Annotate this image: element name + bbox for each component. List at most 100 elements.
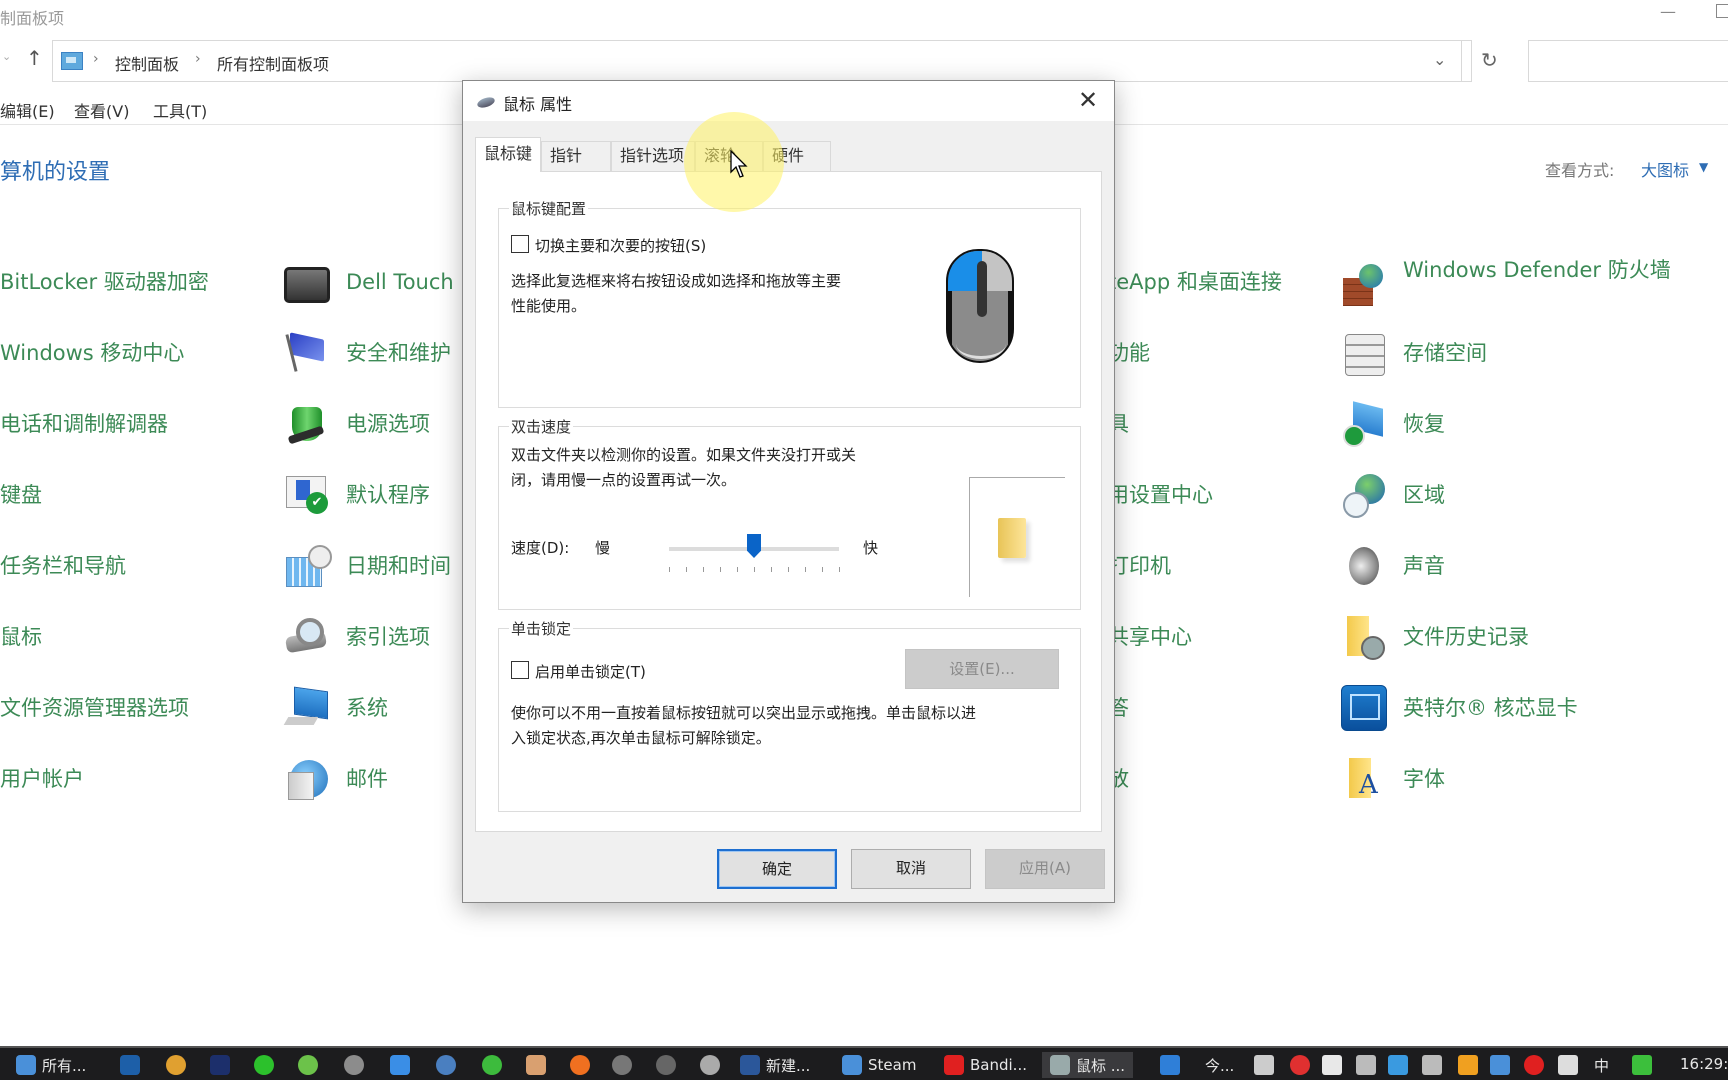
device-icon[interactable]: [1356, 1055, 1376, 1075]
volume-icon[interactable]: [1558, 1055, 1578, 1075]
menu-view[interactable]: 查看(V): [74, 98, 129, 122]
record-tray-icon[interactable]: [1524, 1055, 1544, 1075]
tab-buttons[interactable]: 鼠标键: [475, 137, 542, 172]
dialog-title: 鼠标 属性: [503, 95, 573, 114]
up-arrow-icon[interactable]: ↑: [26, 46, 43, 70]
cp-item-dell-touch[interactable]: Dell Touch: [284, 257, 454, 307]
taskbar-app[interactable]: 所有...: [16, 1052, 86, 1078]
search-input[interactable]: [1528, 40, 1728, 82]
ime-indicator[interactable]: 中: [1594, 1055, 1609, 1076]
cp-item-mobility-center[interactable]: Windows 移动中心: [0, 328, 184, 378]
folder-icon[interactable]: [998, 518, 1026, 558]
view-by-dropdown[interactable]: 大图标: [1641, 157, 1689, 181]
taskbar-app[interactable]: [700, 1052, 720, 1078]
cp-item-intel-graphics[interactable]: 英特尔® 核芯显卡: [1341, 683, 1578, 733]
taskbar-app[interactable]: [570, 1052, 590, 1078]
taskbar-app[interactable]: [436, 1052, 456, 1078]
cp-item-ease-of-access[interactable]: 用设置中心: [1108, 470, 1213, 520]
cp-item-devices-printers[interactable]: 打印机: [1108, 541, 1171, 591]
maximize-button[interactable]: [1716, 4, 1728, 18]
cp-item-storage-spaces[interactable]: 存储空间: [1341, 328, 1487, 378]
recorder-icon[interactable]: [1290, 1055, 1310, 1075]
clicklock-settings-button[interactable]: 设置(E)...: [905, 649, 1059, 689]
cp-item-indexing-options[interactable]: 索引选项: [284, 612, 430, 662]
taskbar-app[interactable]: [298, 1052, 318, 1078]
cp-item-power-options[interactable]: 电源选项: [284, 399, 430, 449]
taskbar-app[interactable]: [656, 1052, 676, 1078]
enable-clicklock-label[interactable]: 启用单击锁定(T): [535, 661, 646, 682]
tab-pointer-options[interactable]: 指针选项: [611, 141, 695, 171]
cp-item-date-time[interactable]: 日期和时间: [284, 541, 451, 591]
network-icon[interactable]: [1422, 1055, 1442, 1075]
steam-tray-icon[interactable]: [1490, 1055, 1510, 1075]
clock[interactable]: 16:29:: [1680, 1055, 1728, 1073]
apply-button[interactable]: 应用(A): [985, 849, 1105, 889]
cp-item-taskbar[interactable]: 任务栏和导航: [0, 541, 126, 591]
cp-item-remoteapp[interactable]: teApp 和桌面连接: [1108, 257, 1282, 307]
taskbar-app[interactable]: [344, 1052, 364, 1078]
search-tray-icon[interactable]: [1458, 1055, 1478, 1075]
breadcrumb-all-items[interactable]: 所有控制面板项: [217, 51, 329, 75]
menu-edit[interactable]: 编辑(E): [0, 98, 55, 122]
taskbar-app[interactable]: [210, 1052, 230, 1078]
slider-thumb[interactable]: [747, 534, 761, 558]
cp-item-label: 电话和调制解调器: [0, 412, 168, 436]
taskbar-app[interactable]: Steam: [842, 1052, 916, 1078]
cp-item-keyboard[interactable]: 键盘: [0, 470, 42, 520]
app-icon: [120, 1055, 140, 1075]
widgets-icon[interactable]: [1160, 1055, 1180, 1075]
taskbar-app[interactable]: [254, 1052, 274, 1078]
cp-item-system[interactable]: 系统: [284, 683, 388, 733]
cp-item-bitlocker[interactable]: BitLocker 驱动器加密: [0, 257, 209, 307]
refresh-icon[interactable]: ↻: [1481, 48, 1498, 72]
group-title: 单击锁定: [509, 618, 574, 639]
taskbar-app[interactable]: [166, 1052, 186, 1078]
caret-down-icon[interactable]: ▼: [1699, 160, 1708, 174]
cp-item-user-accounts[interactable]: 用户帐户: [0, 754, 84, 804]
address-bar[interactable]: › 控制面板 › 所有控制面板项 ⌄ ↻: [52, 40, 1498, 82]
close-button[interactable]: ✕: [1072, 85, 1104, 117]
cp-item-mouse[interactable]: 鼠标: [0, 612, 42, 662]
cp-item-label: 安全和维护: [346, 341, 451, 365]
dialog-titlebar[interactable]: 鼠标 属性 ✕: [463, 81, 1114, 121]
tab-pointers[interactable]: 指针: [541, 141, 611, 171]
news-widget[interactable]: 今...: [1205, 1055, 1234, 1076]
breadcrumb-separator[interactable]: ›: [93, 51, 99, 67]
cp-item-region[interactable]: 区域: [1341, 470, 1445, 520]
ok-button[interactable]: 确定: [717, 849, 837, 889]
taskbar-app[interactable]: [526, 1052, 546, 1078]
app-tray-icon[interactable]: [1388, 1055, 1408, 1075]
cp-item-firewall[interactable]: Windows Defender 防火墙: [1341, 256, 1673, 320]
cp-item-recovery[interactable]: 恢复: [1341, 399, 1445, 449]
cp-item-network-sharing[interactable]: 共享中心: [1108, 612, 1192, 662]
taskbar-app[interactable]: [120, 1052, 140, 1078]
test-area[interactable]: [969, 477, 1065, 597]
cp-item-phone-modem[interactable]: 电话和调制解调器: [0, 399, 168, 449]
breadcrumb-separator[interactable]: ›: [195, 51, 201, 67]
cp-item-default-programs[interactable]: 默认程序: [284, 470, 430, 520]
taskbar-app[interactable]: [612, 1052, 632, 1078]
taskbar-app[interactable]: Bandi...: [944, 1052, 1027, 1078]
cp-item-fonts[interactable]: 字体: [1341, 754, 1445, 804]
cp-item-security-maintenance[interactable]: 安全和维护: [284, 328, 451, 378]
switch-buttons-label[interactable]: 切换主要和次要的按钮(S): [535, 235, 706, 256]
cp-item-mail[interactable]: 邮件: [284, 754, 388, 804]
cancel-button[interactable]: 取消: [851, 849, 971, 889]
cp-item-sound[interactable]: 声音: [1341, 541, 1445, 591]
minimize-button[interactable]: —: [1656, 2, 1680, 26]
cp-item-file-history[interactable]: 文件历史记录: [1341, 612, 1529, 662]
breadcrumb-control-panel[interactable]: 控制面板: [115, 51, 179, 75]
input-method-icon[interactable]: [1632, 1055, 1652, 1075]
logitech-icon[interactable]: [1254, 1055, 1274, 1075]
security-shield-icon[interactable]: [1322, 1055, 1342, 1075]
enable-clicklock-checkbox[interactable]: [511, 661, 529, 679]
switch-buttons-checkbox[interactable]: [511, 235, 529, 253]
taskbar-app[interactable]: 鼠标 ...: [1042, 1052, 1134, 1078]
chevron-down-icon[interactable]: ⌄: [1433, 50, 1446, 69]
recent-locations-icon[interactable]: ⌄: [2, 50, 11, 63]
menu-tools[interactable]: 工具(T): [153, 98, 207, 122]
cp-item-file-explorer-options[interactable]: 文件资源管理器选项: [0, 683, 189, 733]
taskbar-app[interactable]: [482, 1052, 502, 1078]
taskbar-app[interactable]: 新建...: [740, 1052, 810, 1078]
taskbar-app[interactable]: [390, 1052, 410, 1078]
